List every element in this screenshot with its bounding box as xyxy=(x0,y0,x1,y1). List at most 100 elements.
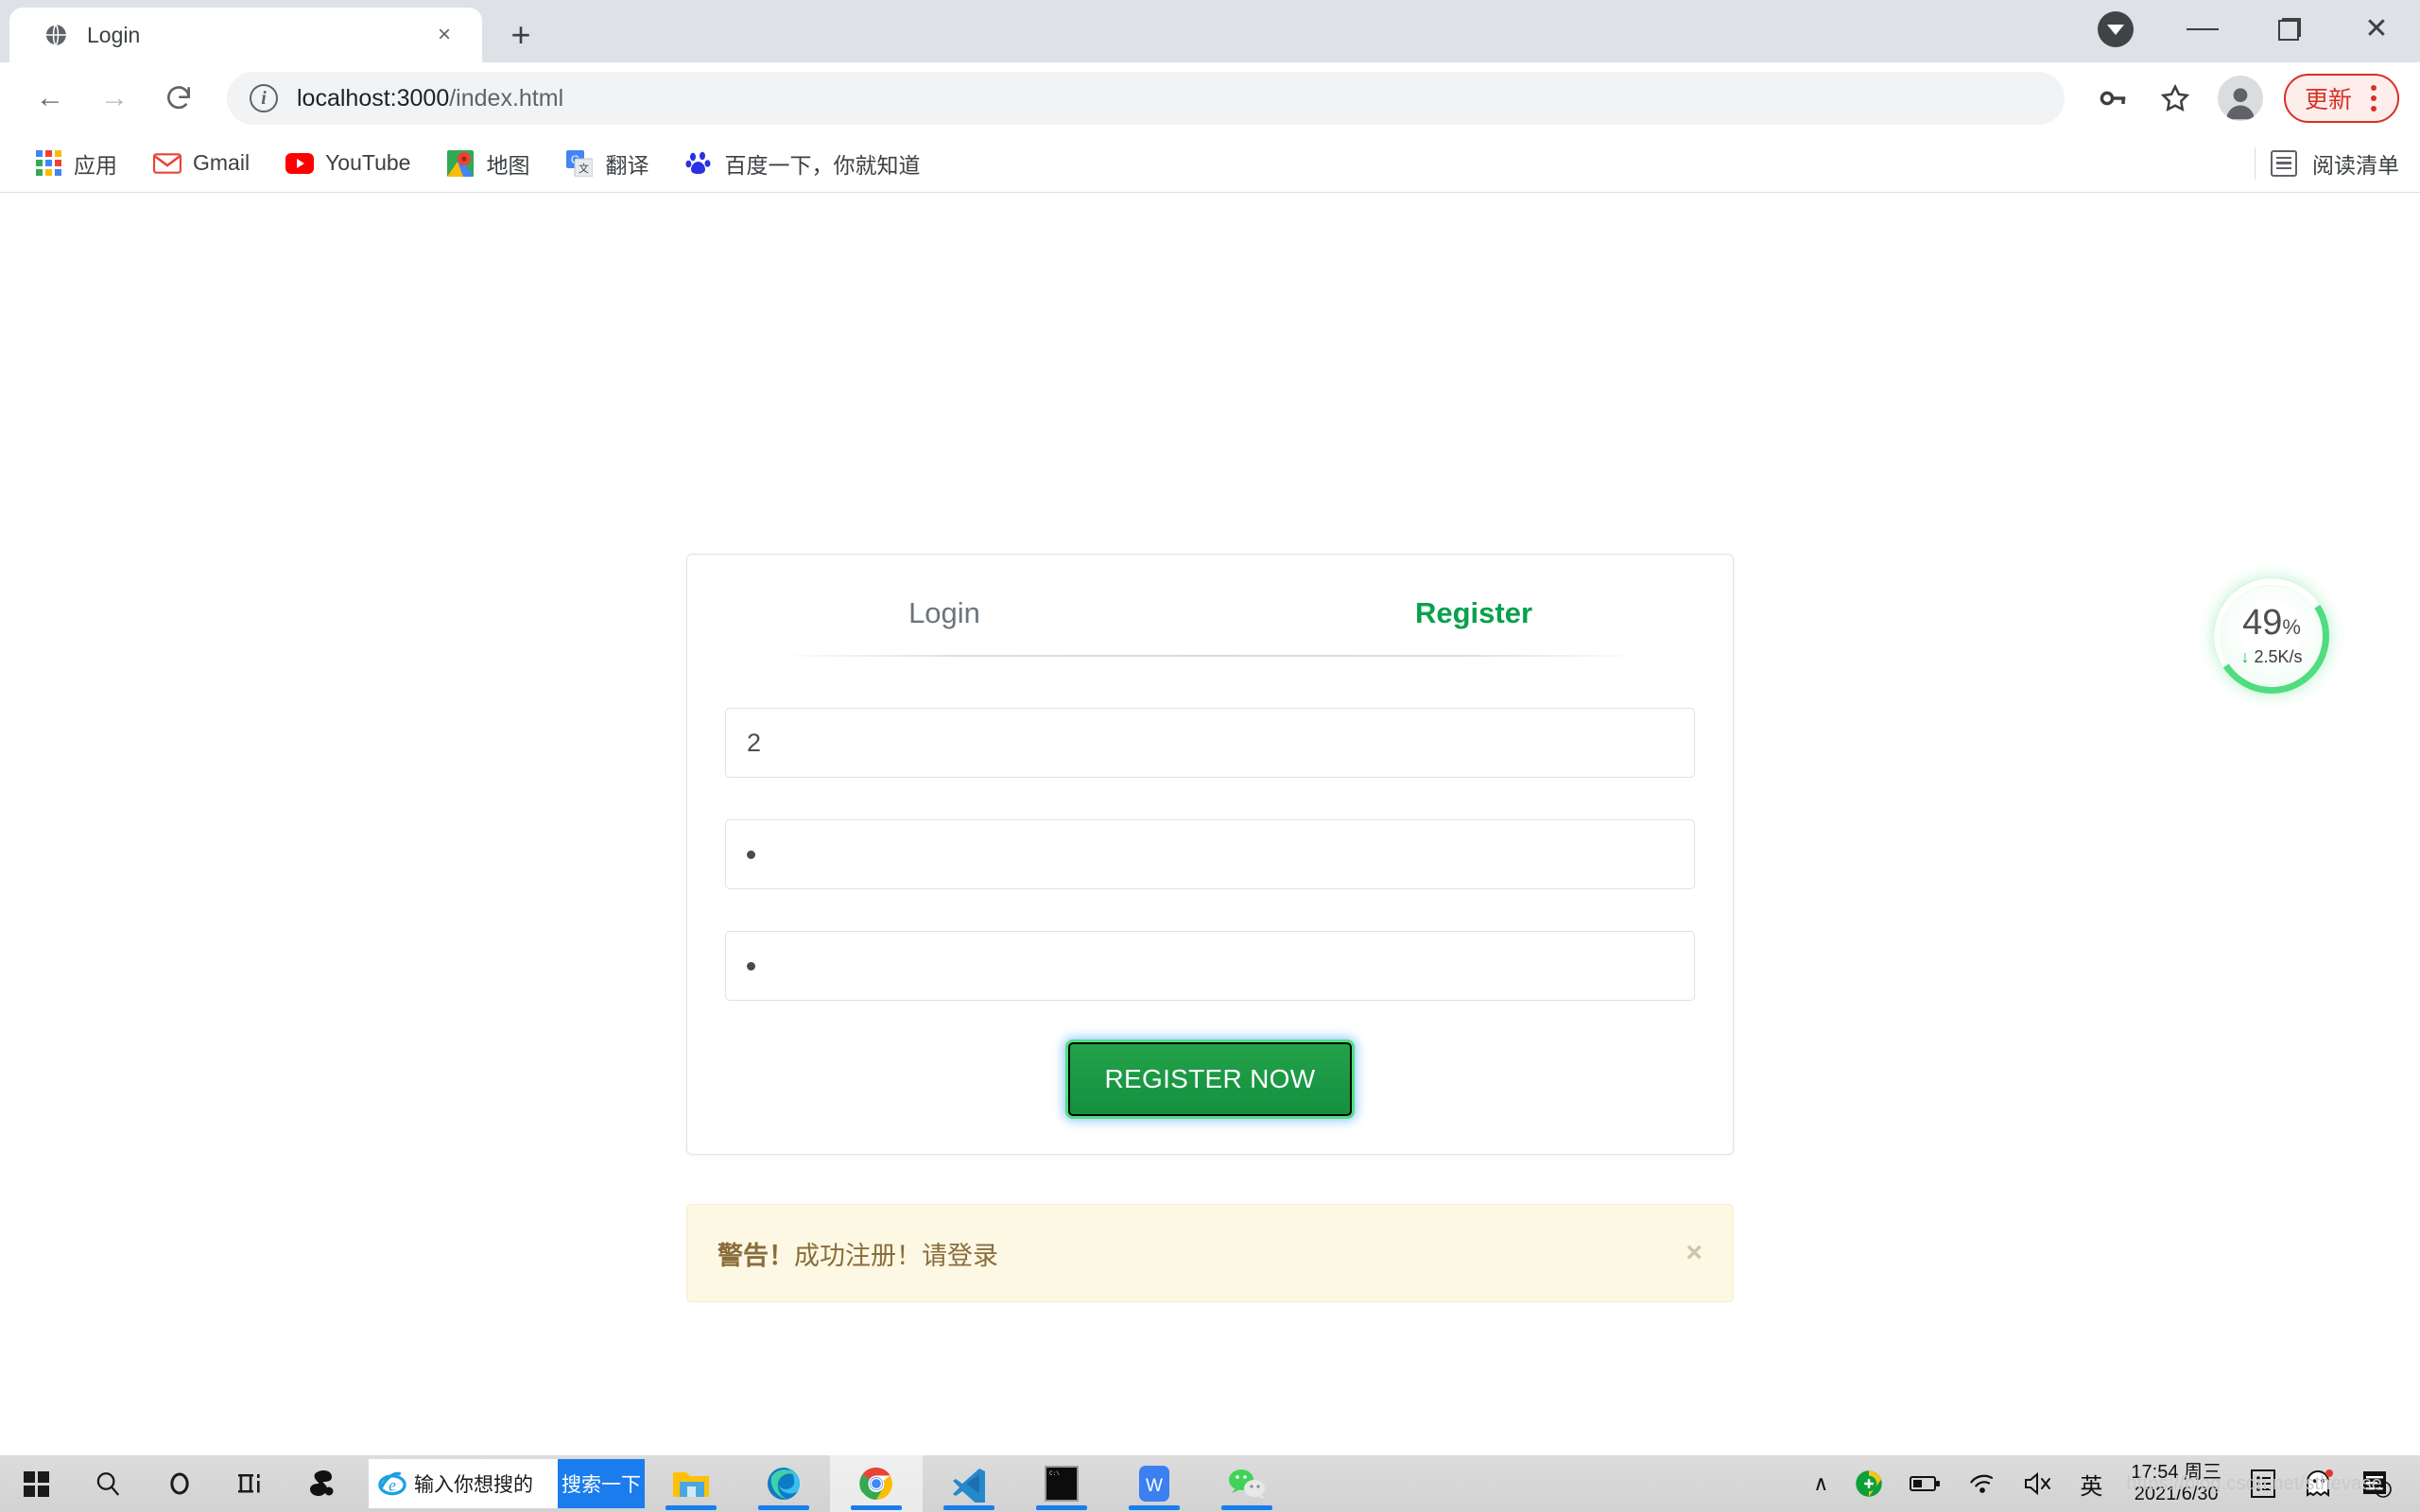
cortana-button[interactable] xyxy=(144,1455,216,1512)
google-chrome-icon[interactable] xyxy=(830,1455,923,1512)
bookmark-maps[interactable]: 地图 xyxy=(433,140,543,187)
browser-window: Login × + ✕ ← → i localhost:3000/index.h… xyxy=(0,0,2420,1455)
bookmark-gmail[interactable]: Gmail xyxy=(140,142,263,185)
update-label: 更新 xyxy=(2304,87,2352,113)
avatar[interactable] xyxy=(2217,76,2263,121)
alert-message: 警告！成功注册！请登录 xyxy=(717,1235,998,1272)
url-host: localhost:3000 xyxy=(297,84,450,112)
speed-percent: 49% xyxy=(2242,603,2301,643)
alert-body: 成功注册！请登录 xyxy=(794,1241,998,1270)
tray-chevron-icon[interactable]: ∧ xyxy=(1800,1455,1841,1512)
svg-text:文: 文 xyxy=(579,162,589,175)
wifi-icon[interactable] xyxy=(1955,1455,2010,1512)
confirm-password-input[interactable] xyxy=(725,931,1695,1001)
bookmark-label: Gmail xyxy=(193,150,251,175)
wechat-icon[interactable] xyxy=(1201,1455,1293,1512)
minimize-icon[interactable] xyxy=(2159,0,2246,59)
url-text: localhost:3000/index.html xyxy=(297,85,563,112)
search-submit-button[interactable]: 搜索一下 xyxy=(558,1459,645,1508)
cortana-icon xyxy=(170,1472,189,1495)
username-value: 2 xyxy=(747,728,762,757)
tab-strip: Login × + ✕ xyxy=(0,0,2420,62)
youtube-icon xyxy=(285,149,315,178)
browser-tab[interactable]: Login × xyxy=(9,8,482,62)
tab-login[interactable]: Login xyxy=(746,587,1143,655)
window-controls: ✕ xyxy=(2072,0,2420,59)
speed-rate: ↓ 2.5K/s xyxy=(2240,647,2303,666)
bookmark-baidu[interactable]: 百度一下，你就知道 xyxy=(671,140,933,187)
task-view-button[interactable] xyxy=(216,1455,287,1512)
baidu-icon xyxy=(684,149,713,178)
sogou-icon xyxy=(310,1470,334,1496)
alert-banner: 警告！成功注册！请登录 × xyxy=(686,1204,1734,1302)
password-masked-char xyxy=(747,850,755,859)
bookmark-apps[interactable]: 应用 xyxy=(21,140,130,187)
alert-strong: 警告！ xyxy=(717,1241,794,1270)
tab-register[interactable]: Register xyxy=(1275,587,1672,655)
update-button[interactable]: 更新 xyxy=(2283,74,2399,123)
alert-close-icon[interactable]: × xyxy=(1685,1239,1703,1267)
battery-icon[interactable] xyxy=(1896,1455,1955,1512)
google-maps-icon xyxy=(446,149,475,178)
forward-button[interactable]: → xyxy=(85,69,144,128)
auth-tabs: Login Register xyxy=(719,587,1701,655)
back-button[interactable]: ← xyxy=(21,69,79,128)
key-icon[interactable] xyxy=(2083,69,2142,128)
new-tab-button[interactable]: + xyxy=(497,11,544,59)
wps-icon[interactable]: W xyxy=(1108,1455,1201,1512)
auth-card: Login Register 2 REGISTER NOW xyxy=(686,554,1734,1155)
volume-muted-icon[interactable] xyxy=(2010,1455,2066,1512)
bookmark-translate[interactable]: G 文 翻译 xyxy=(552,140,662,187)
ie-search-box[interactable]: e 输入你想搜的 xyxy=(369,1459,558,1508)
security-shield-icon[interactable] xyxy=(1841,1455,1896,1512)
bookmark-label: 地图 xyxy=(486,152,530,178)
register-now-button[interactable]: REGISTER NOW xyxy=(1068,1042,1352,1116)
internet-explorer-icon: e xyxy=(378,1471,406,1496)
task-view-icon xyxy=(238,1474,260,1493)
app-running-indicator xyxy=(851,1505,902,1510)
bookmark-youtube[interactable]: YouTube xyxy=(272,142,424,185)
kebab-menu-icon[interactable] xyxy=(2360,85,2388,112)
restore-icon[interactable] xyxy=(2246,0,2333,59)
vscode-icon[interactable] xyxy=(923,1455,1015,1512)
download-chevron-icon[interactable] xyxy=(2072,0,2159,59)
divider xyxy=(2255,146,2256,180)
tab-close-icon[interactable]: × xyxy=(427,18,461,52)
bookmark-label: 百度一下，你就知道 xyxy=(724,152,921,178)
reading-list-icon[interactable] xyxy=(2271,149,2297,177)
star-icon[interactable] xyxy=(2146,69,2204,128)
address-bar[interactable]: i localhost:3000/index.html xyxy=(227,72,2065,125)
start-button[interactable] xyxy=(0,1455,72,1512)
tab-title: Login xyxy=(87,22,141,47)
reading-list-area: 阅读清单 xyxy=(2255,146,2399,180)
search-icon xyxy=(96,1472,120,1496)
app-running-indicator xyxy=(1129,1505,1180,1510)
watermark: https://blog.csdn.net/sthevase xyxy=(2126,1473,2382,1494)
reading-list-label[interactable]: 阅读清单 xyxy=(2312,147,2399,180)
app-running-indicator xyxy=(1036,1505,1087,1510)
bookmark-label: 应用 xyxy=(74,152,117,178)
app-running-indicator xyxy=(758,1505,809,1510)
windows-taskbar: e 输入你想搜的 搜索一下 C:\ W ∧ 英 17:54 周三 2021/6/… xyxy=(0,1455,2420,1512)
site-info-icon[interactable]: i xyxy=(250,84,278,112)
terminal-icon[interactable]: C:\ xyxy=(1015,1455,1108,1512)
download-speed-widget[interactable]: 49% ↓ 2.5K/s xyxy=(2214,578,2329,694)
windows-start-icon xyxy=(23,1470,49,1497)
password-input[interactable] xyxy=(725,819,1695,889)
app-running-indicator xyxy=(943,1505,994,1510)
app-running-indicator xyxy=(1221,1505,1272,1510)
ime-indicator[interactable]: 英 xyxy=(2066,1455,2116,1512)
apps-grid-icon xyxy=(34,149,62,178)
svg-text:W: W xyxy=(1146,1476,1163,1496)
sogou-pinned-app[interactable] xyxy=(287,1455,359,1512)
tabs-divider xyxy=(772,655,1648,657)
down-arrow-icon: ↓ xyxy=(2240,647,2250,666)
reload-button[interactable] xyxy=(149,69,208,128)
microsoft-edge-icon[interactable] xyxy=(737,1455,830,1512)
username-input[interactable]: 2 xyxy=(725,708,1695,778)
file-explorer-icon[interactable] xyxy=(645,1455,737,1512)
taskbar-search-button[interactable] xyxy=(72,1455,144,1512)
close-icon[interactable]: ✕ xyxy=(2333,0,2420,59)
globe-icon xyxy=(42,21,70,49)
percent-sign: % xyxy=(2282,615,2301,639)
